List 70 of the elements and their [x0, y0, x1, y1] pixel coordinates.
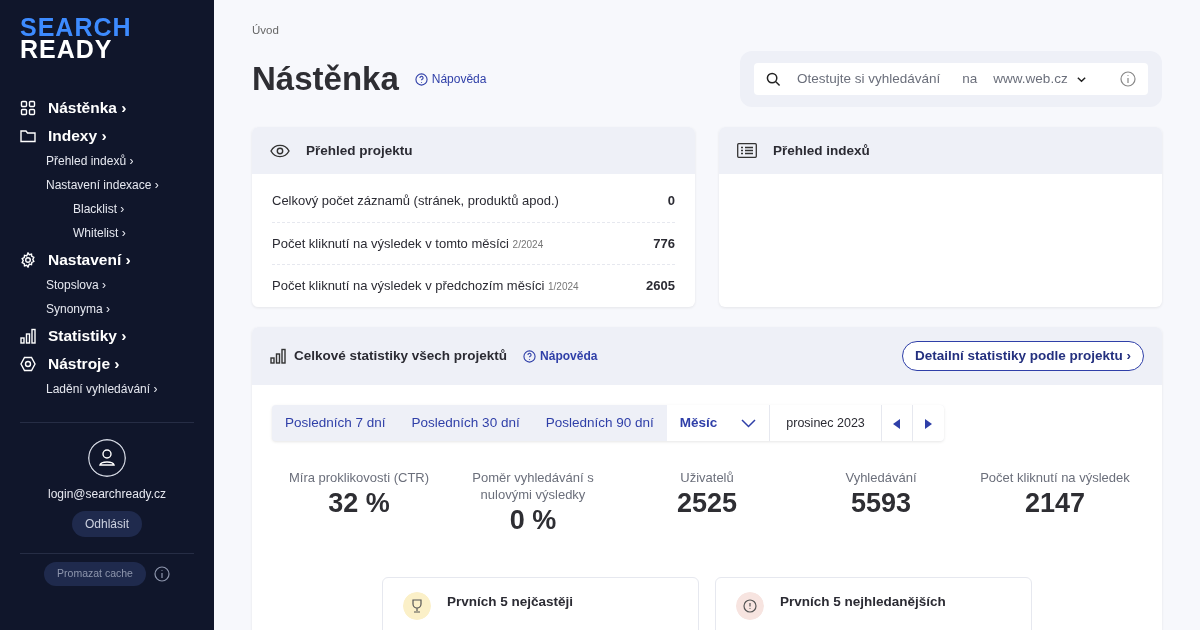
next-button[interactable] — [912, 405, 944, 442]
help-link[interactable]: Nápověda — [523, 347, 598, 366]
logo-text: READY — [20, 38, 113, 60]
metric-value: 2147 — [1023, 487, 1087, 521]
range-tab[interactable]: Posledních 7 dní — [272, 405, 399, 442]
logout-button[interactable]: Odhlásit — [72, 511, 142, 537]
metric-value: 2525 — [675, 487, 739, 521]
metric-label: Poměr vyhledávání s nulovými výsledky — [471, 469, 595, 504]
help-icon — [523, 349, 537, 363]
range-tab[interactable]: Posledních 30 dní — [398, 405, 533, 442]
previous-button[interactable] — [880, 405, 913, 442]
range-tab[interactable]: Posledních 90 dní — [532, 405, 667, 442]
help-icon — [414, 72, 428, 86]
stat-label: Počet kliknutí na výsledek v tomto měsíci 2/2024 — [272, 234, 544, 253]
nav-link[interactable]: Stopslova › — [46, 278, 107, 292]
nav-link[interactable]: Ladění vyhledávání › — [46, 382, 158, 396]
stat-label: Počet kliknutí na výsledek v předchozím měsíci 1/2024 — [272, 277, 579, 296]
info-icon[interactable] — [1120, 71, 1136, 88]
breadcrumb-link[interactable]: Úvod — [252, 22, 1162, 40]
alert-icon — [736, 592, 764, 621]
card-title: Prvních 5 nejčastěji — [447, 593, 574, 612]
caret-icon — [741, 418, 757, 428]
metric-label: Míra proklikovosti (CTR) — [287, 469, 431, 487]
search-icon — [766, 71, 781, 87]
nav-link[interactable]: Blacklist › — [73, 202, 125, 216]
user-avatar-icon — [88, 439, 126, 477]
folder-icon — [20, 128, 36, 144]
card-title: Prvních 5 nejhledanějších — [780, 593, 946, 612]
hexagon-nut-icon — [20, 356, 36, 372]
trophy-icon — [403, 592, 431, 621]
search-field[interactable]: Otestujte si vyhledávání na www.web.cz — [754, 63, 1148, 96]
user-email: login@searchready.cz — [48, 486, 166, 503]
stat-value: 2605 — [646, 277, 675, 296]
metric-value: 0 % — [508, 504, 558, 538]
metric-label: Počet kliknutí na výsledek — [980, 469, 1130, 487]
nav-link[interactable]: Whitelist › — [73, 226, 126, 240]
help-link[interactable]: Nápověda — [414, 70, 487, 89]
nav-link[interactable]: Nástroje › — [48, 354, 120, 374]
card-title: Přehled projektu — [306, 141, 413, 160]
detail-stats-button[interactable]: Detailní statistiky podle projektu › — [901, 341, 1144, 372]
stat-value: 776 — [653, 234, 675, 253]
right-triangle-icon — [924, 419, 933, 430]
stat-label: Celkový počet záznamů (stránek, produktů apod.) — [272, 192, 559, 211]
eye-icon — [270, 143, 290, 158]
nav-link[interactable]: Přehled indexů › — [46, 154, 134, 168]
card-title: Přehled indexů — [773, 141, 870, 160]
nav-link[interactable]: Nastavení indexace › — [46, 178, 159, 192]
nav-link[interactable]: Statistiky › — [48, 326, 127, 346]
left-triangle-icon — [893, 419, 902, 430]
nav-link[interactable]: Nastavení › — [48, 250, 131, 270]
card-title: Celkové statistiky všech projektů — [294, 347, 508, 366]
stat-value: 0 — [667, 192, 675, 211]
clear-cache-button[interactable]: Promazat cache — [44, 562, 146, 586]
gear-icon — [20, 252, 36, 268]
range-tab[interactable]: Měsíc — [666, 405, 770, 442]
month-label: prosinec 2023 — [769, 405, 881, 442]
list-icon — [737, 143, 757, 159]
bar-chart-icon — [20, 328, 36, 344]
info-icon[interactable] — [153, 565, 170, 582]
logo-text: SEARCH — [20, 16, 133, 38]
metric-value: 32 % — [327, 487, 391, 521]
bar-chart-icon — [270, 348, 286, 365]
nav-link[interactable]: Nástěnka › — [48, 98, 127, 118]
page-title: Nástěnka — [252, 59, 399, 100]
nav-link[interactable]: Indexy › — [48, 126, 107, 146]
metric-label: Uživatelů — [679, 469, 735, 487]
nav-link[interactable]: Synonyma › — [46, 302, 111, 316]
metric-label: Vyhledávání — [844, 469, 918, 487]
grid-icon — [20, 100, 36, 116]
metric-value: 5593 — [849, 487, 913, 521]
